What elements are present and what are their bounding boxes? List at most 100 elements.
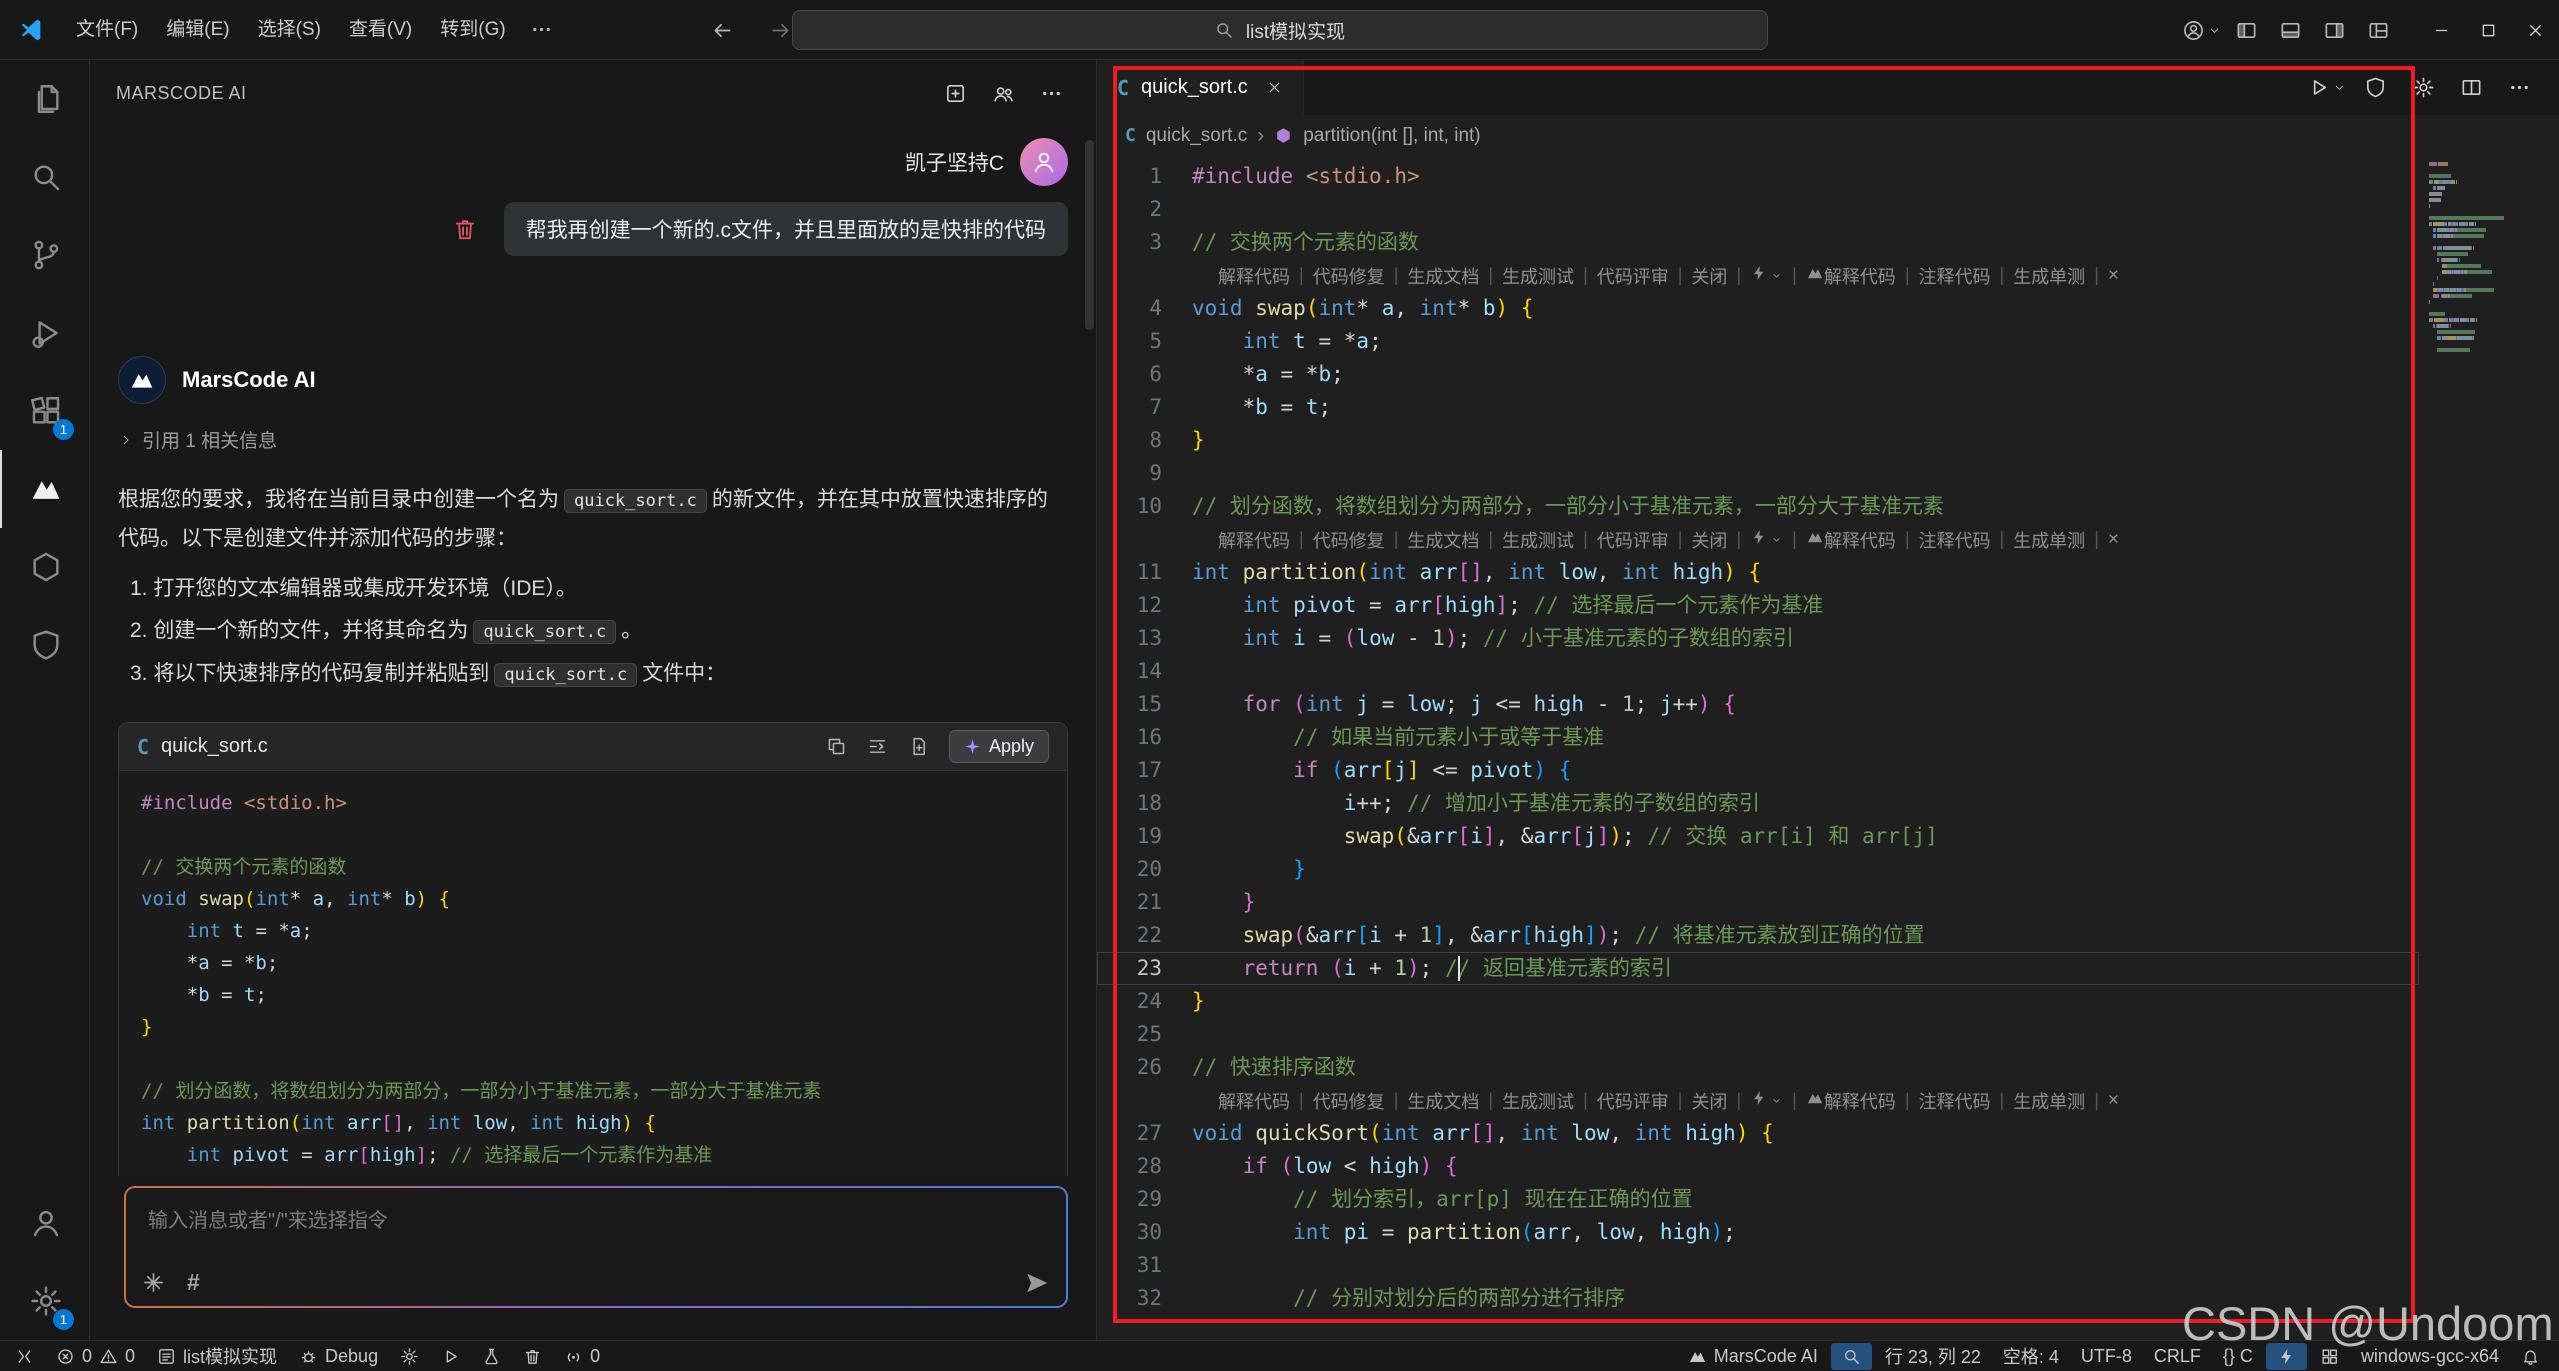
editor-line[interactable]: 16 // 如果当前元素小于或等于基准 (1097, 721, 2419, 754)
status-run-task[interactable] (430, 1341, 471, 1371)
tab-close-button[interactable] (1266, 79, 1283, 96)
codelens-action[interactable]: 生成测试 (1502, 527, 1574, 553)
codelens-action[interactable]: 关闭 (1691, 527, 1727, 553)
minimize-button[interactable] (2418, 0, 2465, 60)
reference-toggle[interactable]: 引用 1 相关信息 (118, 426, 1068, 453)
editor-line[interactable]: 26// 快速排序函数 (1097, 1051, 2419, 1084)
editor-line[interactable]: 4void swap(int* a, int* b) { (1097, 292, 2419, 325)
editor-line[interactable]: 14 (1097, 655, 2419, 688)
insert-into-file-icon[interactable] (867, 736, 888, 757)
minimap[interactable] (2429, 162, 2523, 354)
editor-line[interactable]: 8} (1097, 424, 2419, 457)
status-zoom-tool[interactable] (1831, 1343, 1872, 1370)
editor-line[interactable]: 2 (1097, 193, 2419, 226)
new-file-icon[interactable] (908, 736, 929, 757)
codelens-action[interactable]: 解释代码 (1218, 1088, 1290, 1114)
editor-line[interactable]: 28 if (low < high) { (1097, 1150, 2419, 1183)
editor-line[interactable]: 1#include <stdio.h> (1097, 160, 2419, 193)
skills-icon[interactable] (142, 1271, 165, 1294)
activity-marscode-ai[interactable] (0, 450, 89, 528)
toggle-panel-button[interactable] (2268, 10, 2312, 50)
agents-button[interactable] (984, 76, 1022, 110)
codelens-action[interactable]: 代码修复 (1313, 527, 1385, 553)
hash-icon[interactable]: # (187, 1269, 200, 1296)
status-marscode-status[interactable]: MarsCode AI (1677, 1341, 1829, 1371)
activity-run-and-debug[interactable] (0, 294, 89, 372)
codelens-action[interactable]: 注释代码 (1919, 263, 1991, 289)
codelens-close[interactable]: × (2108, 529, 2119, 551)
activity-manage[interactable]: 1 (0, 1262, 89, 1340)
activity-explorer[interactable] (0, 60, 89, 138)
toggle-primary-sidebar-button[interactable] (2224, 10, 2268, 50)
codelens-action[interactable]: 关闭 (1691, 1088, 1727, 1114)
sidebar-scrollbar[interactable] (1085, 140, 1094, 330)
breadcrumb-file[interactable]: quick_sort.c (1146, 125, 1247, 147)
status-indentation[interactable]: 空格: 4 (1992, 1341, 2070, 1371)
editor-line[interactable]: 5 int t = *a; (1097, 325, 2419, 358)
activity-ai-plugin[interactable] (0, 528, 89, 606)
editor-line[interactable]: 17 if (arr[j] <= pivot) { (1097, 754, 2419, 787)
profile-menu-button[interactable] (2180, 10, 2224, 50)
editor-line[interactable]: 19 swap(&arr[i], &arr[j]); // 交换 arr[i] … (1097, 820, 2419, 853)
menu-item-3[interactable]: 查看(V) (335, 11, 426, 49)
editor-settings-button[interactable] (2403, 68, 2443, 108)
editor-line[interactable]: 20 } (1097, 853, 2419, 886)
editor-line[interactable]: 27void quickSort(int arr[], int low, int… (1097, 1117, 2419, 1150)
global-search-input[interactable]: list模拟实现 (792, 10, 1768, 50)
activity-source-control[interactable] (0, 216, 89, 294)
codelens-action[interactable]: 生成单测 (2013, 263, 2085, 289)
apply-button[interactable]: Apply (949, 730, 1049, 763)
codelens-action[interactable]: 生成文档 (1407, 527, 1479, 553)
codelens-action[interactable]: 解释代码 (1824, 527, 1896, 553)
codelens-action[interactable]: 生成测试 (1502, 1088, 1574, 1114)
more-editor-actions-button[interactable] (2499, 68, 2539, 108)
close-button[interactable] (2512, 0, 2559, 60)
toggle-secondary-sidebar-button[interactable] (2312, 10, 2356, 50)
editor-line[interactable]: 13 int i = (low - 1); // 小于基准元素的子数组的索引 (1097, 622, 2419, 655)
more-actions-button[interactable] (1032, 76, 1070, 110)
editor-line[interactable]: 7 *b = t; (1097, 391, 2419, 424)
split-editor-button[interactable] (2451, 68, 2491, 108)
menu-more[interactable] (520, 10, 564, 50)
status-encoding[interactable]: UTF-8 (2070, 1341, 2143, 1371)
editor-line[interactable]: 31 (1097, 1249, 2419, 1282)
tab-quick-sort-c[interactable]: C quick_sort.c (1097, 60, 1304, 115)
codelens-close[interactable]: × (2108, 1090, 2119, 1112)
status-ports[interactable]: 0 (553, 1341, 611, 1371)
editor-line[interactable]: 24} (1097, 985, 2419, 1018)
codelens-action[interactable]: 解释代码 (1218, 527, 1290, 553)
editor-line[interactable]: 12 int pivot = arr[high]; // 选择最后一个元素作为基… (1097, 589, 2419, 622)
new-chat-button[interactable] (936, 76, 974, 110)
codelens-action[interactable]: 代码评审 (1597, 263, 1669, 289)
activity-search[interactable] (0, 138, 89, 216)
codelens-action[interactable]: 代码修复 (1313, 1088, 1385, 1114)
activity-security-plugin[interactable] (0, 606, 89, 684)
ai-quick-actions[interactable] (1750, 528, 1783, 551)
editor-line[interactable]: 18 i++; // 增加小于基准元素的子数组的索引 (1097, 787, 2419, 820)
editor-line[interactable]: 29 // 划分索引，arr[p] 现在在正确的位置 (1097, 1183, 2419, 1216)
editor-line[interactable]: 21 } (1097, 886, 2419, 919)
menu-item-1[interactable]: 编辑(E) (152, 11, 243, 49)
editor-line[interactable]: 3// 交换两个元素的函数 (1097, 226, 2419, 259)
codelens-action[interactable]: 生成文档 (1407, 1088, 1479, 1114)
ai-quick-actions[interactable] (1750, 1089, 1783, 1112)
activity-extensions[interactable]: 1 (0, 372, 89, 450)
ai-quick-actions[interactable] (1750, 264, 1783, 287)
menu-item-2[interactable]: 选择(S) (244, 11, 335, 49)
codelens-action[interactable]: 生成文档 (1407, 263, 1479, 289)
debug-extension-button[interactable] (2355, 68, 2395, 108)
status-cursor-position[interactable]: 行 23, 列 22 (1874, 1341, 1992, 1371)
run-file-button[interactable] (2307, 68, 2347, 108)
menu-item-0[interactable]: 文件(F) (62, 11, 152, 49)
editor-line[interactable]: 25 (1097, 1018, 2419, 1051)
delete-message-button[interactable] (452, 216, 478, 242)
editor-line[interactable]: 9 (1097, 457, 2419, 490)
copy-icon[interactable] (826, 736, 847, 757)
codelens-action[interactable]: 解释代码 (1824, 1088, 1896, 1114)
codelens-action[interactable]: 关闭 (1691, 263, 1727, 289)
codelens-action[interactable]: 代码评审 (1597, 527, 1669, 553)
editor-line[interactable]: 6 *a = *b; (1097, 358, 2419, 391)
status-test-task[interactable] (471, 1341, 512, 1371)
send-button[interactable] (1024, 1270, 1050, 1296)
chat-input[interactable]: 输入消息或者"/"来选择指令 # (124, 1186, 1068, 1308)
